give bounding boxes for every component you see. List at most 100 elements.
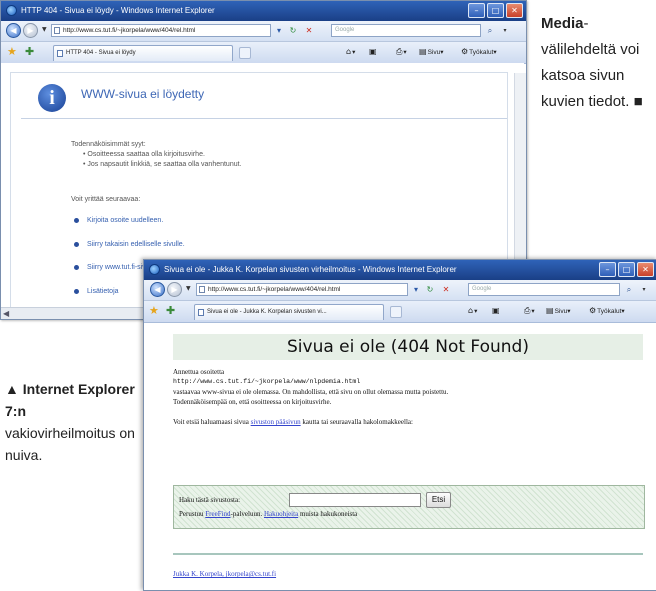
- search-icon[interactable]: ⌕: [483, 24, 497, 37]
- tab-label: Sivua ei ole - Jukka K. Korpelan sivuste…: [207, 309, 327, 315]
- favorites-star-icon[interactable]: ★: [149, 304, 159, 317]
- ie-logo-icon: [149, 264, 160, 275]
- tab-active[interactable]: Sivua ei ole - Jukka K. Korpelan sivuste…: [194, 304, 384, 320]
- print-button[interactable]: ⎙▾: [524, 306, 535, 316]
- back-button[interactable]: ◀: [150, 282, 165, 297]
- close-button[interactable]: ✕: [506, 3, 523, 18]
- search-submit-button[interactable]: Etsi: [426, 492, 451, 508]
- engines-suffix: muista hakukoneista: [299, 510, 358, 518]
- search-placeholder: Google: [335, 27, 355, 33]
- home-button[interactable]: ⌂▾: [468, 306, 477, 315]
- tools-menu[interactable]: ⚙Työkalut▾: [589, 306, 625, 315]
- site-home-link[interactable]: sivuston pääsivun: [251, 418, 301, 426]
- bullet-icon: [74, 218, 79, 223]
- tab-row: ★ ✚ Sivua ei ole - Jukka K. Korpelan siv…: [144, 301, 656, 323]
- print-icon: ⎙: [524, 306, 531, 315]
- tab-active[interactable]: HTTP 404 - Sivua ei löydy: [53, 45, 233, 61]
- find-suffix: kautta tai seuraavalla hakolomakkeella:: [302, 418, 413, 426]
- refresh-icon[interactable]: ↻: [287, 24, 299, 37]
- action-retype[interactable]: Kirjoita osoite uudelleen.: [87, 217, 163, 224]
- maximize-button[interactable]: □: [618, 262, 635, 277]
- history-dropdown-icon[interactable]: ▼: [186, 285, 191, 292]
- search-icon[interactable]: ⌕: [622, 283, 636, 296]
- address-dropdown-icon[interactable]: ▾: [273, 24, 285, 37]
- site-search-input[interactable]: [289, 493, 421, 507]
- page-icon: [54, 27, 60, 34]
- tab-row: ★ ✚ HTTP 404 - Sivua ei löydy ⌂▾ ▣ ⎙▾ ▤S…: [1, 42, 526, 64]
- search-input[interactable]: Google: [468, 283, 620, 296]
- ie7-window-custom-404: Sivua ei ole - Jukka K. Korpelan sivuste…: [143, 259, 656, 591]
- expand-icon: [74, 289, 79, 294]
- tools-menu-label: Työkalut: [597, 308, 622, 315]
- end-mark-icon: ■: [633, 93, 643, 110]
- window-title: HTTP 404 - Sivua ei löydy - Windows Inte…: [21, 6, 215, 15]
- cause-text: Osoitteessa saattaa olla kirjoitusvirhe.: [87, 151, 205, 158]
- ie-logo-icon: [6, 5, 17, 16]
- refresh-icon[interactable]: ↻: [424, 283, 436, 296]
- title-bar[interactable]: HTTP 404 - Sivua ei löydy - Windows Inte…: [1, 1, 526, 21]
- action-back[interactable]: Siirry takaisin edelliselle sivulle.: [87, 241, 185, 248]
- close-button[interactable]: ✕: [637, 262, 654, 277]
- address-bar-row: ◀ ▶ ▼ http://www.cs.tut.fi/~jkorpela/www…: [144, 280, 656, 301]
- add-favorites-icon[interactable]: ✚: [166, 304, 175, 317]
- forward-button[interactable]: ▶: [23, 23, 38, 38]
- favorites-star-icon[interactable]: ★: [7, 45, 17, 58]
- find-prefix: Voit etsiä haluamaasi sivua: [173, 418, 249, 426]
- home-icon: ⌂: [468, 306, 474, 315]
- info-icon: i: [38, 84, 66, 112]
- history-dropdown-icon[interactable]: ▼: [42, 26, 47, 33]
- new-tab-button[interactable]: [390, 306, 402, 318]
- print-button[interactable]: ⎙▾: [396, 47, 407, 57]
- address-input[interactable]: http://www.cs.tut.fi/~jkorpela/www/404/r…: [196, 283, 408, 296]
- causes-title: Todennäköisimmät syyt:: [71, 141, 146, 148]
- body-line: Todennäköisempää on, että osoitteessa on…: [173, 398, 332, 406]
- maximize-button[interactable]: □: [487, 3, 504, 18]
- page-content: Sivua ei ole (404 Not Found) Annettua os…: [144, 323, 656, 590]
- page-menu[interactable]: ▤Sivu▾: [546, 306, 570, 315]
- page-menu-label: Sivu: [427, 49, 441, 56]
- tab-label: HTTP 404 - Sivua ei löydy: [66, 50, 136, 56]
- minimize-button[interactable]: –: [468, 3, 485, 18]
- feeds-button[interactable]: ▣: [492, 306, 501, 315]
- forward-button[interactable]: ▶: [167, 282, 182, 297]
- bullet-icon: [74, 265, 79, 270]
- body-line: Annettua osoitetta: [173, 368, 225, 376]
- figure-caption: ▲ Internet Explorer 7:n vakiovirheilmoit…: [5, 378, 135, 466]
- feeds-button[interactable]: ▣: [369, 47, 378, 56]
- home-button[interactable]: ⌂▾: [346, 47, 355, 56]
- side-caption-bold: Media: [541, 15, 584, 32]
- divider: [173, 553, 643, 555]
- address-text: http://www.cs.tut.fi/~jkorpela/www/404/r…: [208, 286, 341, 293]
- address-text: http://www.cs.tut.fi/~jkorpela/www/404/r…: [63, 27, 196, 34]
- page-menu[interactable]: ▤Sivu▾: [419, 47, 443, 56]
- address-dropdown-icon[interactable]: ▾: [410, 283, 422, 296]
- search-placeholder: Google: [472, 286, 492, 292]
- search-options-icon[interactable]: ▾: [499, 24, 511, 37]
- address-input[interactable]: http://www.cs.tut.fi/~jkorpela/www/404/r…: [51, 24, 271, 37]
- caption-arrow-icon: ▲: [5, 381, 19, 397]
- search-input[interactable]: Google: [331, 24, 481, 37]
- body-line: vastaavaa www-sivua ei ole olemassa. On …: [173, 388, 449, 396]
- engines-mid: -palveluun.: [230, 510, 263, 518]
- back-button[interactable]: ◀: [6, 23, 21, 38]
- stop-icon[interactable]: ✕: [440, 283, 452, 296]
- scroll-left-icon[interactable]: ◀: [3, 308, 9, 319]
- search-help-link[interactable]: Hakuohjeita: [264, 510, 298, 518]
- new-tab-button[interactable]: [239, 47, 251, 59]
- feeds-icon: ▣: [492, 306, 500, 315]
- tools-menu-label: Työkalut: [469, 49, 494, 56]
- freefind-link[interactable]: FreeFind: [205, 510, 230, 518]
- stop-icon[interactable]: ✕: [303, 24, 315, 37]
- tools-menu[interactable]: ⚙Työkalut▾: [461, 47, 497, 56]
- search-options-icon[interactable]: ▾: [638, 283, 650, 296]
- more-info-link[interactable]: Lisätietoja: [87, 288, 119, 295]
- try-title: Voit yrittää seuraavaa:: [71, 196, 141, 203]
- minimize-button[interactable]: –: [599, 262, 616, 277]
- print-icon: ⎙: [396, 47, 403, 56]
- footer-author-link[interactable]: Jukka K. Korpela, jkorpela@cs.tut.fi: [173, 570, 276, 578]
- page-menu-icon: ▤: [419, 47, 427, 56]
- divider: [21, 118, 507, 119]
- caption-bold: Internet Explorer 7:n: [5, 381, 135, 419]
- title-bar[interactable]: Sivua ei ole - Jukka K. Korpelan sivuste…: [144, 260, 656, 280]
- add-favorites-icon[interactable]: ✚: [25, 45, 34, 58]
